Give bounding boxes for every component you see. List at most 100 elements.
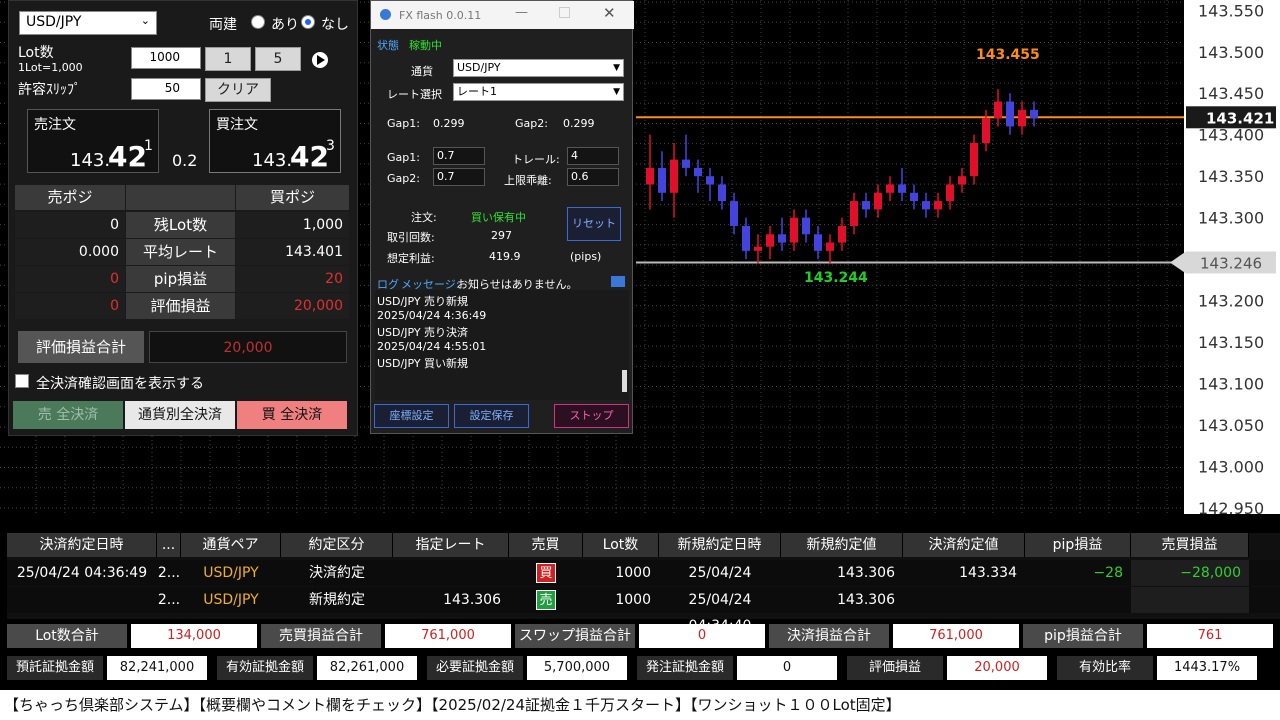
- flash-pair-select[interactable]: USD/JPY ▼: [453, 59, 624, 77]
- minimize-icon[interactable]: —: [515, 5, 528, 20]
- close-icon[interactable]: ✕: [603, 4, 616, 22]
- price-axis-tick: 143.300: [1198, 209, 1264, 228]
- positions-col-header: 新規約定日時: [659, 533, 781, 557]
- gap1-input[interactable]: 0.7: [433, 147, 485, 165]
- cell-pl: [1131, 587, 1249, 613]
- buy-all-button[interactable]: 買 全決済: [237, 401, 347, 429]
- chevron-down-icon: ⌄: [140, 14, 150, 27]
- price-axis-tick: 143.000: [1198, 458, 1264, 477]
- trail-input[interactable]: 4: [567, 147, 619, 165]
- cell-open_date: 25/04/24 04:34:40: [688, 565, 752, 607]
- candle-body: [874, 192, 882, 210]
- side-badge: 売: [536, 590, 556, 610]
- positions-col-header: 新規約定値: [781, 533, 903, 557]
- ryodate-yes-radio[interactable]: [251, 15, 265, 29]
- save-settings-button[interactable]: 設定保存: [454, 404, 529, 428]
- cell-pip: −28: [1093, 565, 1123, 581]
- pos-row-label: 残Lot数: [126, 212, 235, 238]
- slip-input[interactable]: 50: [131, 78, 201, 100]
- pair-select[interactable]: USD/JPY ⌄: [19, 11, 157, 35]
- flash-titlebar[interactable]: FX flash 0.0.11 — ✕: [371, 1, 634, 29]
- log-line: USD/JPY 売り決済: [377, 326, 469, 339]
- log-box[interactable]: USD/JPY 売り新規 2025/04/24 4:36:49 USD/JPY 売り…: [375, 290, 629, 400]
- rate-select[interactable]: レート1 ▼: [453, 83, 624, 101]
- price-axis-tick: 143.200: [1198, 292, 1264, 311]
- lot-input[interactable]: 1000: [131, 47, 201, 69]
- summary-label: Lot数合計: [7, 624, 127, 648]
- table-row[interactable]: 2... USD/JPY 新規約定 143.306 売 1000 25/04/24 04:3…: [7, 587, 1280, 634]
- confirm-checkbox[interactable]: [15, 374, 29, 388]
- lot-input-value: 1000: [149, 50, 180, 64]
- reset-button[interactable]: リセット: [567, 207, 621, 241]
- ryodate-yes-label: あり: [271, 17, 299, 33]
- lot-label: Lot数: [18, 45, 54, 61]
- log-line: USD/JPY 売り新規: [377, 295, 469, 308]
- sell-pos-value: 0.000: [15, 239, 125, 265]
- gap2-input[interactable]: 0.7: [433, 168, 485, 186]
- candle-body: [1030, 109, 1038, 119]
- candle-body: [742, 225, 750, 251]
- log-line: USD/JPY 買い新規: [377, 357, 469, 370]
- summary-value: 0: [737, 656, 837, 680]
- rate-value: レート1: [457, 85, 497, 98]
- play-icon[interactable]: [312, 52, 328, 68]
- sell-price-sup: 1: [144, 138, 153, 154]
- log-line: 2025/04/24 4:55:01: [377, 339, 487, 353]
- summary-label: 決済損益合計: [769, 624, 889, 648]
- upper-input[interactable]: 0.6: [567, 168, 619, 186]
- cell-kind: 新規約定: [309, 592, 365, 608]
- candle-body: [982, 118, 990, 144]
- status-value: 稼動中: [409, 39, 442, 52]
- profit-value: 419.9: [489, 250, 521, 263]
- positions-col-header: 売買損益: [1131, 533, 1249, 557]
- clear-button[interactable]: クリア: [205, 78, 271, 102]
- positions-col-header: 売買: [509, 533, 583, 557]
- candle-body: [814, 234, 822, 251]
- flash-pair-value: USD/JPY: [457, 61, 501, 74]
- profit-unit: (pips): [570, 250, 602, 263]
- log-scrollbar[interactable]: [622, 370, 627, 392]
- candle-body: [934, 201, 942, 210]
- price-axis-tick: 143.450: [1198, 84, 1264, 103]
- stop-button[interactable]: ストップ: [554, 404, 629, 428]
- candle-body: [694, 167, 702, 177]
- summary-label: 有効比率: [1057, 656, 1153, 680]
- candle-body: [910, 192, 918, 202]
- summary-value: 761,000: [893, 624, 1019, 648]
- cell-pair: USD/JPY: [203, 592, 259, 608]
- candle-body: [850, 201, 858, 226]
- maximize-icon[interactable]: [559, 7, 570, 18]
- sell-order-box[interactable]: 売注文 143. 42 1: [27, 109, 159, 173]
- table-row[interactable]: 25/04/24 04:36:49 2... USD/JPY 決済約定 買 1000 25/…: [7, 560, 1280, 607]
- lot-sub-label: 1Lot=1,000: [18, 61, 83, 74]
- cell-kind: 決済約定: [309, 565, 365, 581]
- candle-body: [766, 234, 774, 247]
- positions-table: 決済約定日時... 通貨ペア 約定区分 指定レート 売買 Lot数 新規約定日時 新規約定値決…: [7, 533, 1280, 634]
- cell-lot: 1000: [615, 592, 651, 608]
- input-gap2-label: Gap2:: [387, 172, 420, 185]
- ryodate-no-label: なし: [321, 17, 349, 33]
- ryodate-label: 両建: [209, 17, 237, 33]
- summary-row-2: 預託証拠金額 82,241,000 有効証拠金額 82,261,000 必要証拠金額 5,…: [7, 656, 1280, 682]
- sell-all-button[interactable]: 売 全決済: [13, 401, 123, 429]
- lot-5-button[interactable]: 5: [255, 47, 301, 71]
- dropdown-arrow-icon: ▼: [613, 87, 620, 97]
- summary-label: 預託証拠金額: [7, 656, 103, 680]
- rate-label: レート選択: [387, 88, 442, 101]
- expand-icon[interactable]: [611, 276, 625, 287]
- low-price-label: 143.246: [1200, 254, 1262, 272]
- cell-close_price: 143.334: [959, 565, 1017, 581]
- coord-setting-button[interactable]: 座標設定: [374, 404, 449, 428]
- sell-price-bold: 42: [108, 140, 147, 173]
- positions-col-header: 約定区分: [281, 533, 393, 557]
- ryodate-no-radio[interactable]: [301, 15, 315, 29]
- pair-all-button[interactable]: 通貨別全決済: [125, 401, 235, 429]
- cell-pair: USD/JPY: [203, 565, 259, 581]
- price-axis-tick: 143.350: [1198, 167, 1264, 186]
- buy-order-box[interactable]: 買注文 143. 42 3: [209, 109, 341, 173]
- summary-value: 82,241,000: [107, 656, 207, 680]
- positions-col-header: Lot数: [583, 533, 659, 557]
- current-price-label: 143.421: [1206, 109, 1274, 127]
- lot-1-button[interactable]: 1: [205, 47, 251, 71]
- summary-value: 761,000: [385, 624, 511, 648]
